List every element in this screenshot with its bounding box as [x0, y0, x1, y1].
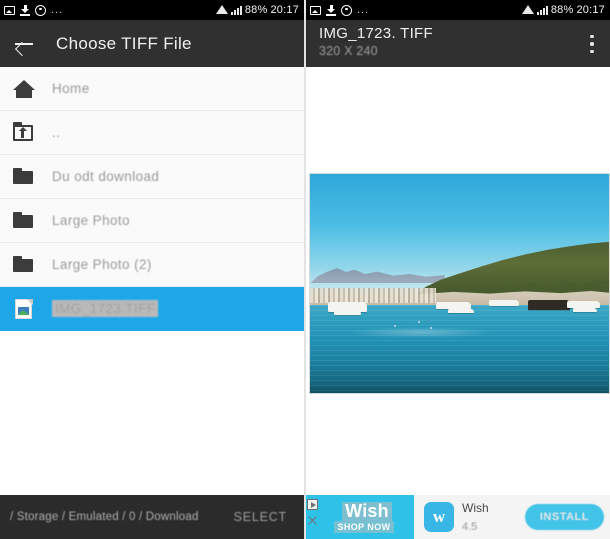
clock-time: 20:17	[270, 4, 299, 16]
list-item-label: Large Photo (2)	[52, 257, 152, 272]
status-bar-left-icons: ...	[4, 4, 63, 16]
list-item-file-img-1723-tiff[interactable]: IMG_1723.TIFF	[0, 287, 304, 331]
left-panel-file-chooser: ... 88% 20:17 Choose TIFF File Home .. D…	[0, 0, 304, 539]
status-bar-right-icons: 88% 20:17	[521, 4, 605, 16]
ad-app-text: Wish 4.5	[462, 499, 489, 535]
status-bar-left-icons: ...	[310, 4, 369, 16]
ad-cta-label: SHOP NOW	[334, 520, 394, 533]
list-item-label: Du odt download	[52, 169, 160, 184]
photo-boat	[489, 299, 520, 307]
photo-sun-glare	[345, 327, 496, 339]
install-button[interactable]: INSTALL	[524, 504, 604, 530]
wish-app-icon: w	[424, 502, 454, 532]
ad-app-name: Wish	[462, 501, 489, 515]
screenshot-icon	[310, 5, 321, 15]
folder-icon	[12, 254, 36, 276]
left-app-bar: Choose TIFF File	[0, 20, 304, 67]
image-file-icon	[12, 298, 36, 320]
folder-icon	[12, 166, 36, 188]
page-title: Choose TIFF File	[56, 33, 192, 53]
alarm-icon	[35, 4, 46, 16]
signal-icon	[230, 5, 242, 15]
ad-wordmark: Wish	[342, 501, 392, 521]
wifi-icon	[215, 4, 228, 14]
screenshot-icon	[4, 5, 15, 15]
ad-choices-icon[interactable]	[307, 499, 318, 510]
download-icon	[20, 4, 30, 16]
list-item-folder-du-odt-download[interactable]: Du odt download	[0, 155, 304, 199]
list-item-parent-directory[interactable]: ..	[0, 111, 304, 155]
battery-percent: 88%	[244, 4, 268, 16]
battery-percent: 88%	[550, 4, 574, 16]
status-bar-right: ... 88% 20:17	[306, 0, 610, 20]
folder-icon	[12, 210, 36, 232]
ad-artwork[interactable]: Wish SHOP NOW	[306, 495, 414, 539]
right-panel-image-viewer: ... 88% 20:17 IMG_1723. TIFF 320 X 240 W…	[306, 0, 610, 539]
wifi-icon	[521, 4, 534, 14]
status-overflow-dots: ...	[357, 4, 370, 16]
clock-time: 20:17	[576, 4, 605, 16]
list-item-label: Large Photo	[52, 213, 130, 228]
status-bar-right-icons: 88% 20:17	[215, 4, 299, 16]
image-dimensions: 320 X 240	[319, 44, 378, 58]
image-filename: IMG_1723. TIFF	[319, 25, 433, 42]
back-arrow-icon[interactable]	[14, 34, 34, 54]
photo-water-speck	[417, 320, 420, 323]
wish-app-icon-glyph: w	[432, 507, 446, 526]
right-app-bar: IMG_1723. TIFF 320 X 240	[306, 20, 610, 67]
photo-boat	[447, 308, 475, 314]
list-item-label: IMG_1723.TIFF	[52, 300, 159, 317]
screenshot-root: ... 88% 20:17 Choose TIFF File Home .. D…	[0, 0, 610, 539]
image-preview[interactable]	[309, 173, 610, 394]
ad-app-rating: 4.5	[462, 521, 478, 533]
select-button[interactable]: SELECT	[234, 510, 287, 524]
photo-sea	[310, 305, 609, 393]
home-icon	[12, 78, 36, 100]
close-icon[interactable]	[307, 515, 318, 526]
file-list: Home .. Du odt download Large Photo Larg…	[0, 67, 304, 331]
folder-up-icon	[12, 121, 36, 144]
list-item-label: ..	[52, 125, 61, 140]
list-item-label: Home	[52, 81, 90, 96]
photo-boat	[567, 301, 600, 308]
list-item-folder-large-photo-2[interactable]: Large Photo (2)	[0, 243, 304, 287]
breadcrumb-path: / Storage / Emulated / 0 / Download	[10, 511, 199, 523]
signal-icon	[536, 5, 548, 15]
photo-water-speck	[393, 325, 396, 328]
list-item-home[interactable]: Home	[0, 67, 304, 111]
left-bottom-bar: / Storage / Emulated / 0 / Download SELE…	[0, 495, 304, 539]
status-bar-left: ... 88% 20:17	[0, 0, 304, 20]
ad-banner[interactable]: Wish SHOP NOW w Wish 4.5 INSTALL	[306, 495, 610, 539]
photo-town	[310, 287, 436, 304]
list-item-folder-large-photo[interactable]: Large Photo	[0, 199, 304, 243]
overflow-menu-icon[interactable]	[583, 33, 601, 55]
seascape-photo	[310, 174, 609, 393]
ad-badges	[307, 499, 318, 526]
photo-boat	[573, 307, 598, 312]
ad-app-info: w Wish 4.5	[414, 495, 525, 539]
photo-boat	[528, 299, 571, 310]
alarm-icon	[341, 4, 352, 16]
status-overflow-dots: ...	[51, 4, 64, 16]
photo-boat	[333, 309, 361, 315]
download-icon	[326, 4, 336, 16]
